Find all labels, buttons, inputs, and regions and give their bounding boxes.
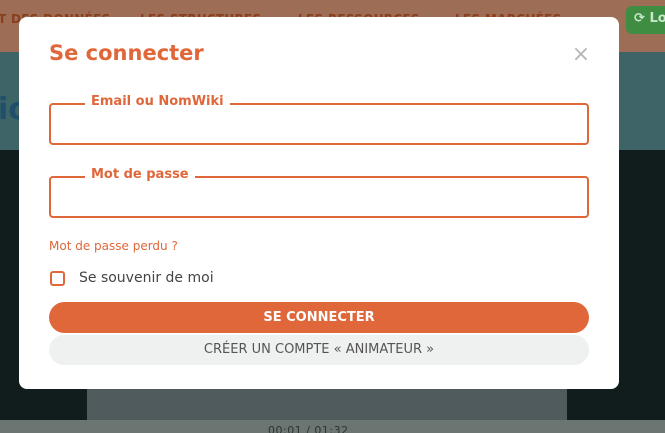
login-modal: Se connecter × Email ou NomWiki Mot de p… xyxy=(19,17,619,389)
login-label: Lo xyxy=(649,11,665,26)
login-button[interactable]: ⟳ Lo xyxy=(626,6,665,34)
password-label: Mot de passe xyxy=(85,167,195,182)
email-field: Email ou NomWiki xyxy=(49,94,589,145)
refresh-icon: ⟳ xyxy=(634,11,645,26)
forgot-password-link[interactable]: Mot de passe perdu ? xyxy=(49,239,178,253)
login-submit-button[interactable]: SE CONNECTER xyxy=(49,302,589,333)
password-input[interactable] xyxy=(59,185,579,209)
email-input[interactable] xyxy=(59,112,579,136)
video-time: 00:01 / 01:32 xyxy=(268,424,349,433)
remember-me-label[interactable]: Se souvenir de moi xyxy=(79,270,214,286)
remember-me-checkbox[interactable] xyxy=(50,271,65,286)
password-field: Mot de passe xyxy=(49,167,589,218)
email-label: Email ou NomWiki xyxy=(85,94,230,109)
modal-title: Se connecter xyxy=(49,41,204,65)
create-account-button[interactable]: CRÉER UN COMPTE « ANIMATEUR » xyxy=(49,335,589,365)
close-icon[interactable]: × xyxy=(571,44,591,66)
